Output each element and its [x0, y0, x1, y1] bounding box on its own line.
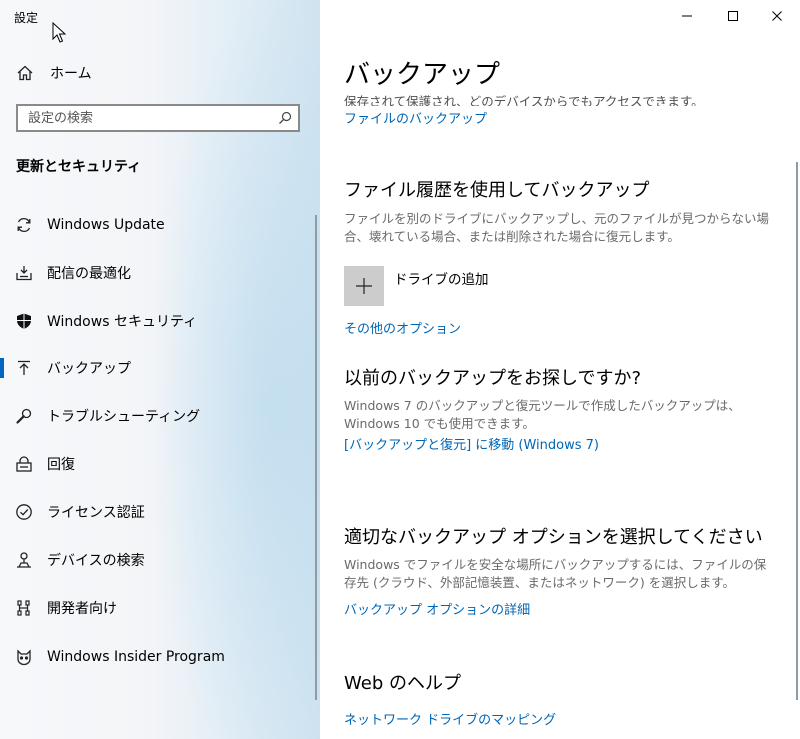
file-history-description: ファイルを別のドライブにバックアップし、元のファイルが見つからない場合、壊れてい…	[344, 211, 770, 244]
sidebar-item-label: 配信の最適化	[47, 266, 131, 282]
minimize-icon	[682, 15, 692, 17]
sidebar-item-activation[interactable]: ライセンス認証	[0, 492, 312, 532]
sidebar-item-label: ライセンス認証	[47, 505, 145, 521]
backup-restore-windows7-link[interactable]: [バックアップと復元] に移動 (Windows 7)	[344, 434, 599, 453]
sidebar-item-label: Windows Update	[47, 217, 165, 233]
shield-icon	[15, 312, 33, 330]
app-title: 設定	[14, 11, 39, 25]
check-circle-icon	[15, 503, 33, 521]
sidebar-item-delivery-optimization[interactable]: 配信の最適化	[0, 253, 312, 293]
selection-indicator	[0, 358, 4, 378]
settings-sidebar: 設定 ホーム 更新とセキュリティ Windows Update	[0, 0, 320, 739]
insider-cat-icon	[15, 648, 33, 666]
file-history-heading: ファイル履歴を使用してバックアップ	[344, 180, 650, 201]
settings-search-box[interactable]	[16, 104, 300, 132]
sidebar-item-backup[interactable]: バックアップ	[0, 348, 312, 388]
map-network-drive-link[interactable]: ネットワーク ドライブのマッピング	[344, 709, 556, 728]
add-drive-button[interactable]	[344, 266, 384, 306]
sidebar-item-windows-insider[interactable]: Windows Insider Program	[0, 637, 312, 677]
sidebar-item-developers[interactable]: 開発者向け	[0, 588, 312, 628]
maximize-button[interactable]	[710, 0, 756, 32]
sidebar-item-label: 回復	[47, 457, 75, 473]
wrench-icon	[15, 407, 33, 425]
web-help-heading: Web のヘルプ	[344, 673, 461, 694]
section-title: 更新とセキュリティ	[16, 159, 142, 175]
close-button[interactable]	[754, 0, 800, 32]
search-icon[interactable]	[272, 111, 298, 125]
older-backup-heading: 以前のバックアップをお探しですか?	[344, 368, 642, 389]
backup-arrow-icon	[15, 359, 33, 377]
sidebar-item-find-device[interactable]: デバイスの検索	[0, 540, 312, 580]
recovery-icon	[15, 455, 33, 473]
sidebar-item-label: トラブルシューティング	[47, 409, 201, 425]
choose-option-description: Windows でファイルを安全な場所にバックアップするには、ファイルの保存先 …	[344, 557, 767, 590]
mouse-cursor-icon	[52, 22, 66, 43]
close-icon	[772, 11, 782, 21]
sidebar-item-recovery[interactable]: 回復	[0, 444, 312, 484]
page-title: バックアップ	[344, 60, 501, 90]
find-device-icon	[15, 551, 33, 569]
home-label: ホーム	[50, 66, 92, 82]
minimize-button[interactable]	[664, 0, 710, 32]
developer-icon	[15, 599, 33, 617]
sidebar-item-label: 開発者向け	[47, 601, 117, 617]
sync-icon	[15, 216, 33, 234]
search-input[interactable]	[18, 107, 272, 129]
sidebar-item-label: Windows セキュリティ	[47, 314, 198, 330]
sidebar-scrollbar[interactable]	[315, 215, 317, 700]
maximize-icon	[728, 11, 738, 21]
backup-content-pane: バックアップ 保存されて保護され、どのデバイスからでもアクセスできます。 ファイ…	[320, 0, 800, 739]
partially-scrolled-text: 保存されて保護され、どのデバイスからでもアクセスできます。	[344, 94, 704, 106]
more-options-link[interactable]: その他のオプション	[344, 318, 461, 337]
older-backup-description: Windows 7 のバックアップと復元ツールで作成したバックアップは、Wind…	[344, 398, 741, 431]
content-scrollbar[interactable]	[796, 162, 798, 700]
sidebar-item-windows-update[interactable]: Windows Update	[0, 205, 312, 245]
backup-options-details-link[interactable]: バックアップ オプションの詳細	[344, 599, 530, 618]
choose-option-heading: 適切なバックアップ オプションを選択してください	[344, 527, 763, 548]
home-nav-item[interactable]: ホーム	[16, 61, 92, 85]
file-backup-link[interactable]: ファイルのバックアップ	[344, 108, 487, 127]
sidebar-item-label: バックアップ	[47, 361, 131, 377]
sidebar-item-troubleshoot[interactable]: トラブルシューティング	[0, 396, 312, 436]
sidebar-item-windows-security[interactable]: Windows セキュリティ	[0, 301, 312, 341]
delivery-optimization-icon	[15, 264, 33, 282]
home-icon	[17, 65, 33, 81]
sidebar-item-label: デバイスの検索	[47, 553, 145, 569]
plus-icon	[356, 278, 372, 294]
sidebar-item-label: Windows Insider Program	[47, 649, 225, 665]
add-drive-label[interactable]: ドライブの追加	[394, 268, 489, 288]
